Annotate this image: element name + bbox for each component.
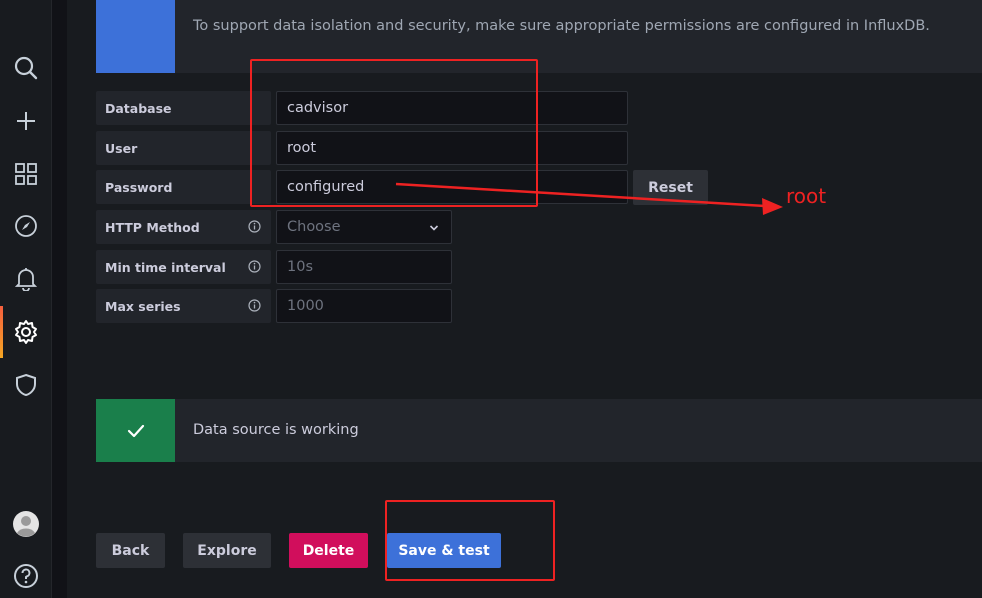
check-icon [96, 399, 175, 462]
info-icon[interactable] [248, 299, 261, 312]
info-icon[interactable] [248, 220, 261, 233]
success-alert: Data source is working [96, 399, 982, 462]
http-method-label-text: HTTP Method [105, 219, 200, 235]
dashboards-grid-icon[interactable] [0, 156, 51, 192]
annotation-box-credentials [250, 59, 538, 207]
password-reset-button[interactable]: Reset [633, 170, 708, 205]
user-label: User [96, 131, 271, 165]
min-interval-label-text: Min time interval [105, 259, 226, 275]
help-icon[interactable] [0, 558, 51, 594]
bell-icon[interactable] [0, 261, 51, 297]
http-method-select-value: Choose [287, 219, 341, 235]
explore-button[interactable]: Explore [183, 533, 271, 568]
side-menu [0, 0, 52, 598]
success-alert-text: Data source is working [193, 422, 359, 438]
info-alert: To support data isolation and security, … [96, 0, 982, 73]
delete-button[interactable]: Delete [289, 533, 368, 568]
layout-gutter [52, 0, 67, 598]
min-interval-input[interactable]: 10s [276, 250, 452, 284]
annotation-label: root [786, 184, 827, 208]
chevron-down-icon [429, 225, 439, 231]
min-interval-label: Min time interval [96, 250, 271, 284]
info-alert-text: To support data isolation and security, … [193, 18, 930, 34]
info-icon[interactable] [248, 260, 261, 273]
max-series-input[interactable]: 1000 [276, 289, 452, 323]
max-series-label: Max series [96, 289, 271, 323]
database-label: Database [96, 91, 271, 125]
compass-icon[interactable] [0, 208, 51, 244]
shield-icon[interactable] [0, 367, 51, 403]
password-label: Password [96, 170, 271, 204]
plus-icon[interactable] [0, 103, 51, 139]
gear-icon[interactable] [0, 314, 51, 350]
max-series-label-text: Max series [105, 298, 181, 314]
back-button[interactable]: Back [96, 533, 165, 568]
info-alert-icon [96, 0, 175, 73]
search-icon[interactable] [0, 50, 51, 86]
http-method-label: HTTP Method [96, 210, 271, 244]
annotation-box-save [385, 500, 555, 581]
avatar[interactable] [0, 506, 51, 542]
http-method-select[interactable]: Choose [276, 210, 452, 244]
